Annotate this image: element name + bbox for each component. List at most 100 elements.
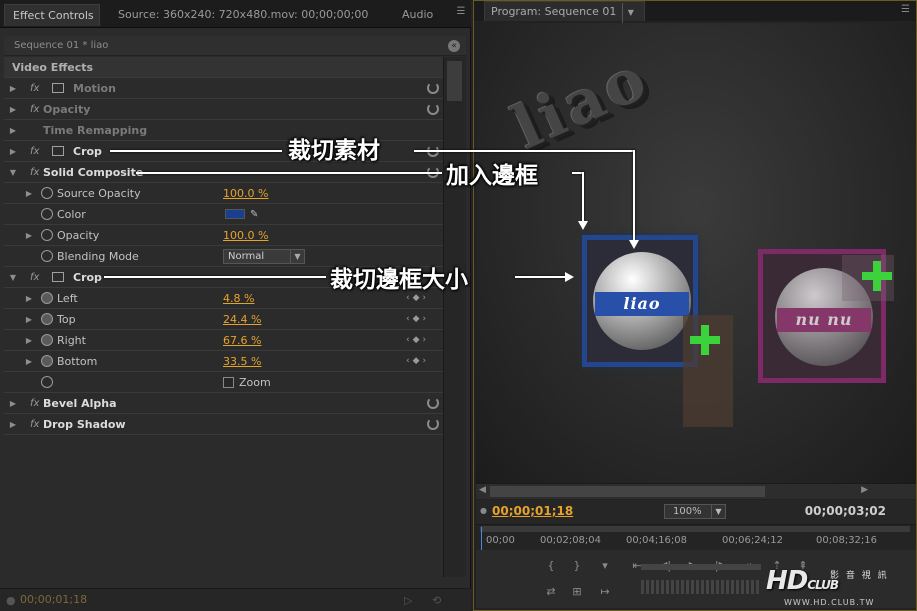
- effect-row-bevel-alpha[interactable]: ▶ fx Bevel Alpha: [4, 393, 443, 414]
- effect-row-drop-shadow[interactable]: ▶ fx Drop Shadow: [4, 414, 443, 435]
- expand-triangle-icon[interactable]: ▶: [8, 78, 18, 99]
- tab-program-sequence[interactable]: Program: Sequence 01 ▼: [484, 1, 646, 23]
- ruler-label: 00;04;16;08: [626, 535, 688, 546]
- vertical-scrollbar[interactable]: [443, 57, 466, 577]
- chevron-down-icon: ▼: [711, 505, 725, 518]
- expand-triangle-icon[interactable]: ▶: [24, 351, 34, 372]
- annotation-line: [414, 150, 635, 152]
- current-timecode[interactable]: 00;00;01;18: [492, 504, 573, 518]
- arrow-down-icon: [629, 240, 639, 249]
- expand-triangle-icon[interactable]: ▶: [8, 99, 18, 120]
- program-viewer[interactable]: liao liao nu nu: [476, 23, 916, 483]
- viewer-horizontal-scrollbar[interactable]: ◀ ▶: [476, 483, 916, 499]
- chevron-down-icon[interactable]: ▼: [622, 3, 638, 23]
- expand-triangle-icon[interactable]: ▶: [24, 309, 34, 330]
- scroll-right-icon[interactable]: ▶: [861, 485, 868, 495]
- keyframe-nav-icon[interactable]: ‹◆›: [406, 330, 429, 351]
- work-area-bar[interactable]: [480, 526, 910, 532]
- fx-icon[interactable]: fx: [30, 141, 39, 162]
- play-audio-icon[interactable]: ▷: [404, 594, 412, 607]
- panel-menu-icon[interactable]: ☰: [455, 6, 467, 18]
- expand-triangle-icon[interactable]: ▶: [24, 183, 34, 204]
- jog-wheel[interactable]: [641, 580, 761, 594]
- shuttle-slider[interactable]: [641, 564, 761, 570]
- stopwatch-icon[interactable]: [41, 187, 53, 199]
- expand-triangle-icon[interactable]: ▶: [8, 414, 18, 435]
- right-value[interactable]: 67.6 %: [223, 330, 261, 351]
- stopwatch-icon[interactable]: [41, 250, 53, 262]
- tab-source[interactable]: Source: 360x240: 720x480.mov: 00;00;00;0…: [110, 4, 392, 26]
- fx-icon[interactable]: fx: [30, 393, 39, 414]
- expand-triangle-icon[interactable]: ▶: [8, 393, 18, 414]
- ruler-label: 00;02;08;04: [540, 535, 602, 546]
- transform-icon[interactable]: [52, 83, 64, 93]
- stopwatch-icon[interactable]: [41, 229, 53, 241]
- zoom-label: Zoom: [239, 376, 271, 389]
- tab-audio[interactable]: Audio: [394, 4, 452, 26]
- stopwatch-icon[interactable]: [41, 292, 53, 304]
- scrollbar-thumb[interactable]: [490, 486, 765, 497]
- reset-icon[interactable]: [427, 397, 439, 409]
- ball-label-nunu: nu nu: [777, 308, 871, 332]
- expand-triangle-icon[interactable]: ▶: [8, 141, 18, 162]
- expand-triangle-icon[interactable]: ▶: [24, 288, 34, 309]
- effect-row-motion[interactable]: ▶ fx Motion: [4, 78, 443, 99]
- reset-icon[interactable]: [427, 418, 439, 430]
- zoom-level-select[interactable]: 100% ▼: [664, 504, 726, 519]
- fx-icon[interactable]: fx: [30, 78, 39, 99]
- bottom-value[interactable]: 33.5 %: [223, 351, 261, 372]
- fx-icon[interactable]: fx: [30, 99, 39, 120]
- effect-row-opacity[interactable]: ▶ fx Opacity: [4, 99, 443, 120]
- annotation-line: [515, 276, 565, 278]
- time-ruler[interactable]: 00;00 00;02;08;04 00;04;16;08 00;06;24;1…: [476, 524, 916, 551]
- stopwatch-icon[interactable]: [41, 313, 53, 325]
- stopwatch-icon[interactable]: [41, 355, 53, 367]
- param-label: Left: [57, 292, 78, 305]
- panel-menu-icon[interactable]: ☰: [901, 4, 910, 15]
- collapse-triangle-icon[interactable]: ▼: [8, 162, 18, 183]
- effect-name-motion: Motion: [73, 82, 116, 95]
- footer-timecode[interactable]: 00;00;01;18: [20, 593, 87, 606]
- mark-out-icon[interactable]: }: [568, 558, 586, 574]
- expand-triangle-icon[interactable]: ▶: [8, 120, 18, 141]
- keyframe-nav-icon[interactable]: ‹◆›: [406, 309, 429, 330]
- scroll-left-icon[interactable]: ◀: [479, 485, 486, 495]
- expand-triangle-icon[interactable]: ▶: [24, 330, 34, 351]
- collapse-triangle-icon[interactable]: ▼: [8, 267, 18, 288]
- output-icon[interactable]: ↦: [596, 584, 614, 600]
- reset-icon[interactable]: [427, 103, 439, 115]
- loop-icon[interactable]: ⇄: [542, 584, 560, 600]
- tab-effect-controls[interactable]: Effect Controls×: [4, 4, 100, 26]
- program-tab-label: Program: Sequence 01: [491, 5, 617, 18]
- color-swatch[interactable]: [225, 209, 245, 219]
- stopwatch-icon[interactable]: [41, 334, 53, 346]
- zoom-level-value: 100%: [673, 506, 702, 517]
- arrow-right-icon: [565, 272, 574, 282]
- annotation-line: [633, 150, 635, 240]
- opacity-value[interactable]: 100.0 %: [223, 225, 268, 246]
- left-value[interactable]: 4.8 %: [223, 288, 254, 309]
- mark-in-icon[interactable]: {: [542, 558, 560, 574]
- loop-icon[interactable]: ⟲: [432, 594, 441, 607]
- crop-transform-icon[interactable]: [52, 272, 64, 282]
- annotation-line: [110, 150, 282, 152]
- top-value[interactable]: 24.4 %: [223, 309, 261, 330]
- source-opacity-value[interactable]: 100.0 %: [223, 183, 268, 204]
- fx-icon[interactable]: fx: [30, 162, 39, 183]
- crop-transform-icon[interactable]: [52, 146, 64, 156]
- show-timeline-icon[interactable]: «: [448, 40, 460, 52]
- fx-icon[interactable]: fx: [30, 414, 39, 435]
- fx-icon[interactable]: fx: [30, 267, 39, 288]
- zoom-checkbox[interactable]: [223, 377, 234, 388]
- stopwatch-icon[interactable]: [41, 376, 53, 388]
- stopwatch-icon[interactable]: [41, 208, 53, 220]
- eyedropper-icon[interactable]: ✎: [250, 204, 258, 225]
- reset-icon[interactable]: [427, 82, 439, 94]
- plus-icon: [860, 259, 894, 293]
- safe-margins-icon[interactable]: ⊞: [568, 584, 586, 600]
- scrollbar-thumb[interactable]: [447, 61, 462, 101]
- keyframe-nav-icon[interactable]: ‹◆›: [406, 351, 429, 372]
- expand-triangle-icon[interactable]: ▶: [24, 225, 34, 246]
- blending-mode-select[interactable]: Normal ▼: [223, 249, 305, 264]
- add-marker-icon[interactable]: ▾: [596, 558, 614, 574]
